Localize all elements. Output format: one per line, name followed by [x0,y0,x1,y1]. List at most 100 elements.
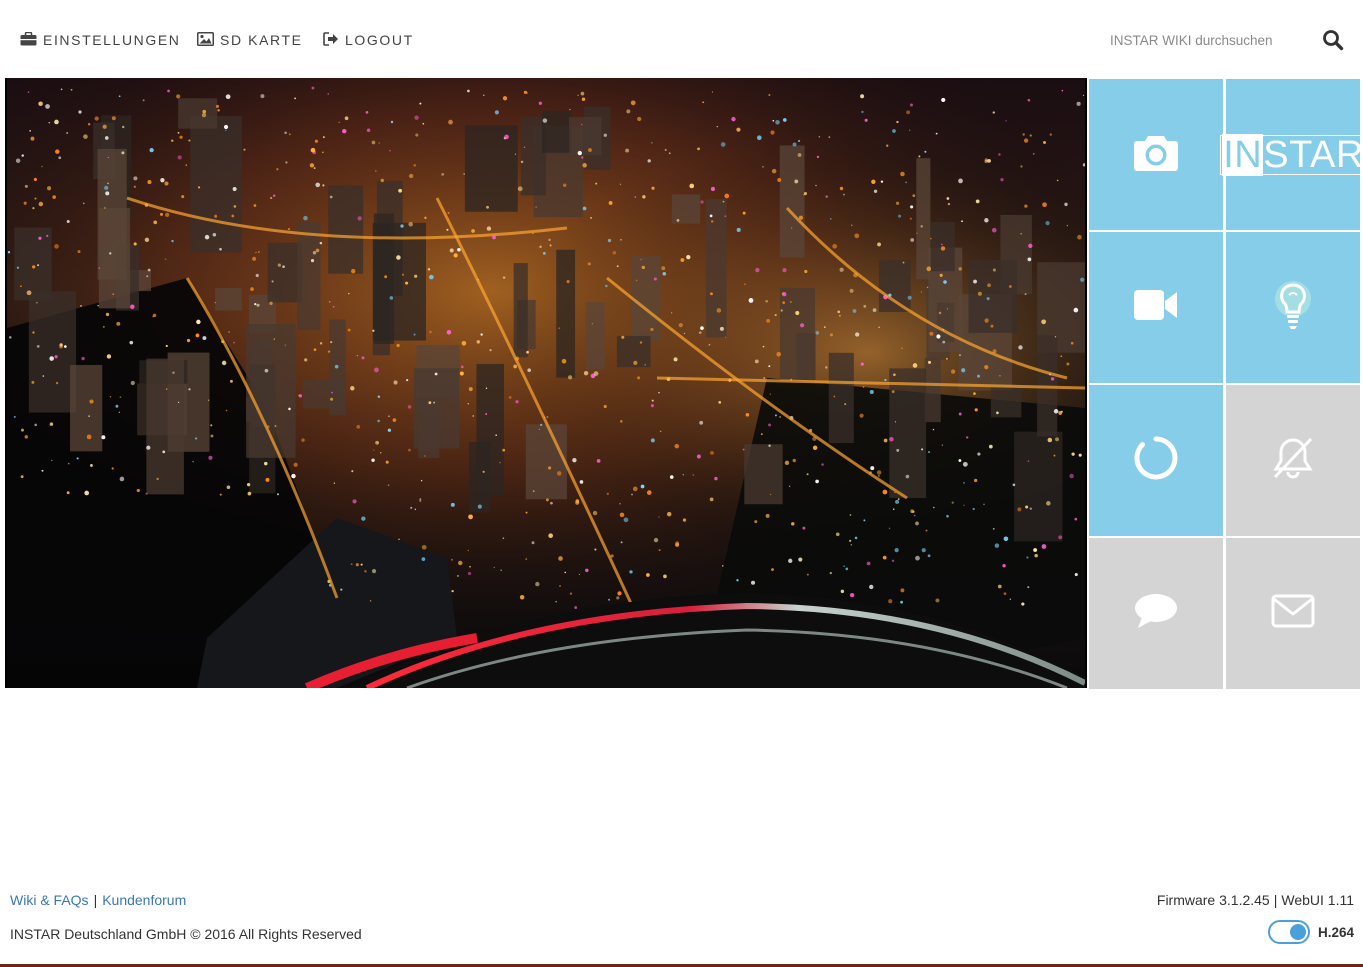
city-light [958,267,962,271]
city-light [185,164,188,167]
city-light [115,404,119,408]
city-light [710,450,714,455]
city-light [921,548,926,553]
city-light [1008,285,1012,288]
city-light [1000,177,1004,182]
city-light [633,360,638,365]
city-light [246,483,251,487]
city-light [233,205,237,208]
city-light [350,563,353,566]
city-light [774,314,777,317]
city-light [616,596,620,600]
customer-forum-link[interactable]: Kundenforum [102,892,186,908]
wiki-search-input[interactable] [1100,26,1315,54]
codec-toggle[interactable] [1267,920,1310,944]
city-light [517,186,523,192]
city-light [561,358,567,364]
city-light [344,116,349,121]
city-light [390,120,394,124]
city-light [423,455,426,457]
city-light [877,242,881,247]
city-light [255,273,259,278]
nav-sd-card-link[interactable]: SD KARTE [197,30,303,50]
city-light [177,401,180,404]
search-button[interactable] [1322,29,1344,51]
city-light [849,592,855,598]
city-light [32,206,35,210]
city-light [342,128,347,134]
city-light [254,303,257,306]
nav-logout-link[interactable]: LOGOUT [323,30,414,50]
chat-button[interactable] [1089,538,1223,689]
city-light [974,408,978,412]
city-light [587,262,591,266]
city-light [70,88,73,91]
city-light [839,267,844,272]
city-light [480,333,483,336]
city-light [90,464,93,467]
city-light [142,99,145,102]
city-light [815,479,819,484]
city-light [167,89,170,93]
building-shape [328,185,364,274]
city-light [515,400,519,404]
city-light [130,380,135,386]
city-light [892,129,896,133]
city-light [1027,257,1032,262]
city-light [101,435,106,440]
city-light [441,173,445,176]
city-light [640,259,642,261]
city-light [204,234,210,240]
city-light [29,129,31,132]
city-light [33,177,37,182]
city-light [605,284,608,288]
email-button[interactable] [1226,538,1360,689]
city-light [550,501,553,505]
city-light [81,356,85,361]
city-light [625,148,629,153]
city-light [433,401,436,404]
alarm-toggle-button[interactable] [1226,385,1360,536]
version-separator: | [1273,892,1278,908]
city-light [965,436,969,439]
building-shape [631,256,661,342]
record-video-button[interactable] [1089,232,1223,383]
city-light [782,118,787,122]
snapshot-button[interactable] [1089,79,1223,230]
nav-settings-link[interactable]: EINSTELLUNGEN [20,30,181,50]
city-light [276,168,279,171]
reload-stream-button[interactable] [1089,385,1223,536]
city-light [988,444,993,449]
city-light [340,588,343,591]
city-light [219,247,222,251]
instar-logo-tile[interactable]: INSTAR [1220,79,1363,230]
city-light [880,180,884,183]
envelope-icon [1271,594,1315,633]
city-light [78,110,82,114]
wiki-faq-link[interactable]: Wiki & FAQs [10,892,89,908]
city-light [104,207,106,209]
city-light [112,293,114,295]
city-light [762,166,764,168]
city-light [41,469,44,472]
ir-led-button[interactable] [1226,232,1360,383]
city-light [915,555,920,561]
city-light [724,336,727,338]
city-light [991,227,997,233]
city-light [288,407,291,411]
city-light [1064,202,1068,207]
city-light [20,285,22,288]
bell-slash-icon [1269,435,1317,486]
city-light [884,378,887,382]
city-light [48,121,51,124]
city-light [763,377,766,380]
city-light [854,536,858,540]
city-light [947,202,951,206]
city-light [194,437,198,440]
city-light [179,135,183,139]
city-light [708,343,711,346]
city-light [105,191,110,196]
live-video-stream[interactable] [5,78,1087,688]
city-light [181,195,185,199]
city-light [373,449,375,451]
